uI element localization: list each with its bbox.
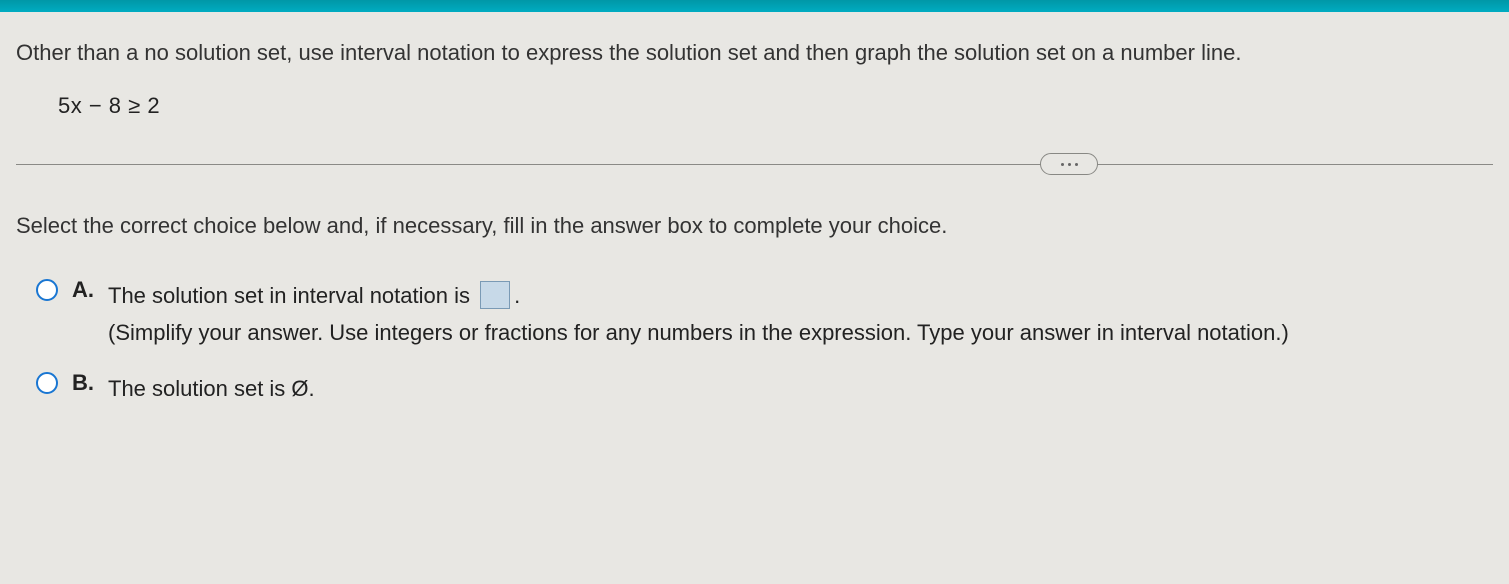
option-a-radio[interactable]	[36, 279, 58, 301]
divider	[16, 155, 1493, 173]
option-b-radio[interactable]	[36, 372, 58, 394]
answer-input-box[interactable]	[480, 281, 510, 309]
more-button[interactable]	[1040, 153, 1098, 175]
option-b-text: The solution set is Ø.	[108, 370, 315, 407]
option-a-text-before: The solution set in interval notation is	[108, 283, 476, 308]
header-bar	[0, 0, 1509, 12]
ellipsis-icon	[1061, 163, 1064, 166]
instruction-text: Other than a no solution set, use interv…	[16, 36, 1493, 69]
select-instruction: Select the correct choice below and, if …	[16, 213, 1493, 239]
ellipsis-icon	[1068, 163, 1071, 166]
option-a-row: A. The solution set in interval notation…	[36, 277, 1493, 352]
option-a-hint: (Simplify your answer. Use integers or f…	[108, 320, 1289, 345]
option-a-text-after: .	[514, 283, 520, 308]
inequality-equation: 5x − 8 ≥ 2	[58, 93, 1493, 119]
option-b-label: B.	[72, 370, 98, 396]
ellipsis-icon	[1075, 163, 1078, 166]
horizontal-rule	[16, 164, 1493, 165]
options-group: A. The solution set in interval notation…	[36, 277, 1493, 407]
option-a-label: A.	[72, 277, 98, 303]
option-a-body: The solution set in interval notation is…	[108, 277, 1289, 352]
option-b-row: B. The solution set is Ø.	[36, 370, 1493, 407]
question-content: Other than a no solution set, use interv…	[0, 12, 1509, 407]
